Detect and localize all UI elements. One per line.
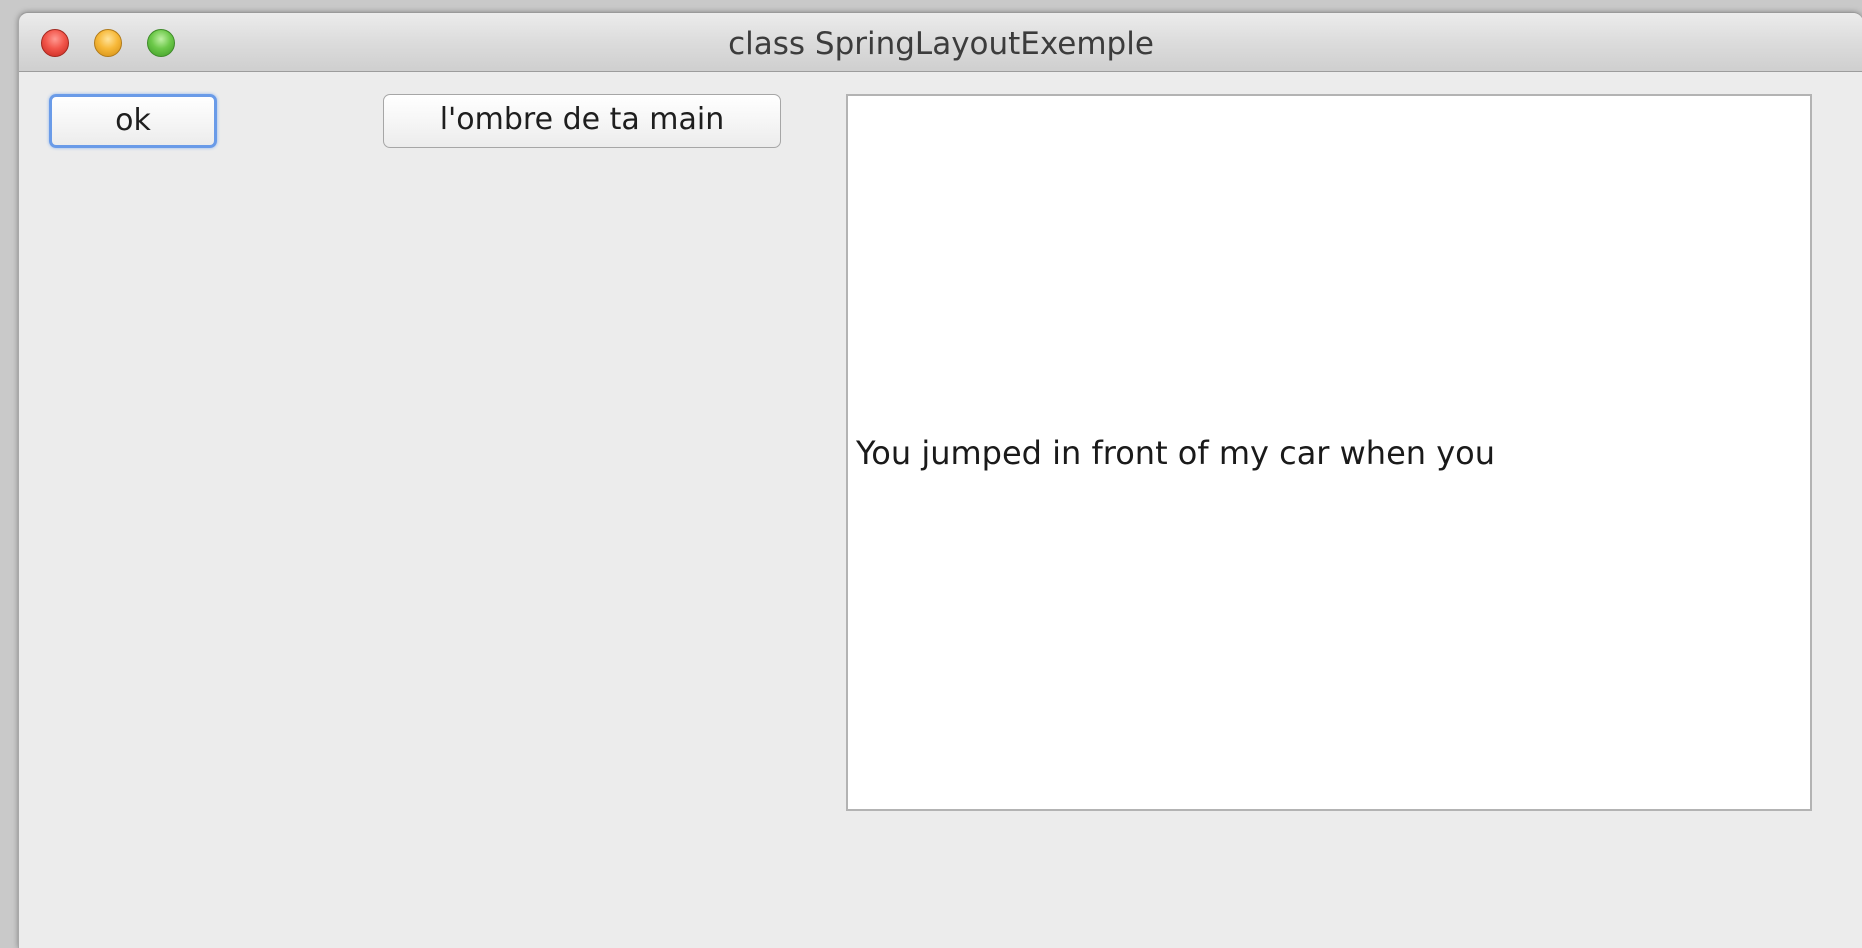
text-area[interactable]: You jumped in front of my car when you xyxy=(846,94,1812,811)
window-title: class SpringLayoutExemple xyxy=(728,26,1154,62)
app-window: class SpringLayoutExemple ok l'ombre de … xyxy=(18,12,1862,948)
ok-button[interactable]: ok xyxy=(49,94,217,148)
ombre-button[interactable]: l'ombre de ta main xyxy=(383,94,781,148)
text-area-content: You jumped in front of my car when you xyxy=(856,434,1496,472)
title-bar[interactable]: class SpringLayoutExemple xyxy=(19,13,1862,72)
